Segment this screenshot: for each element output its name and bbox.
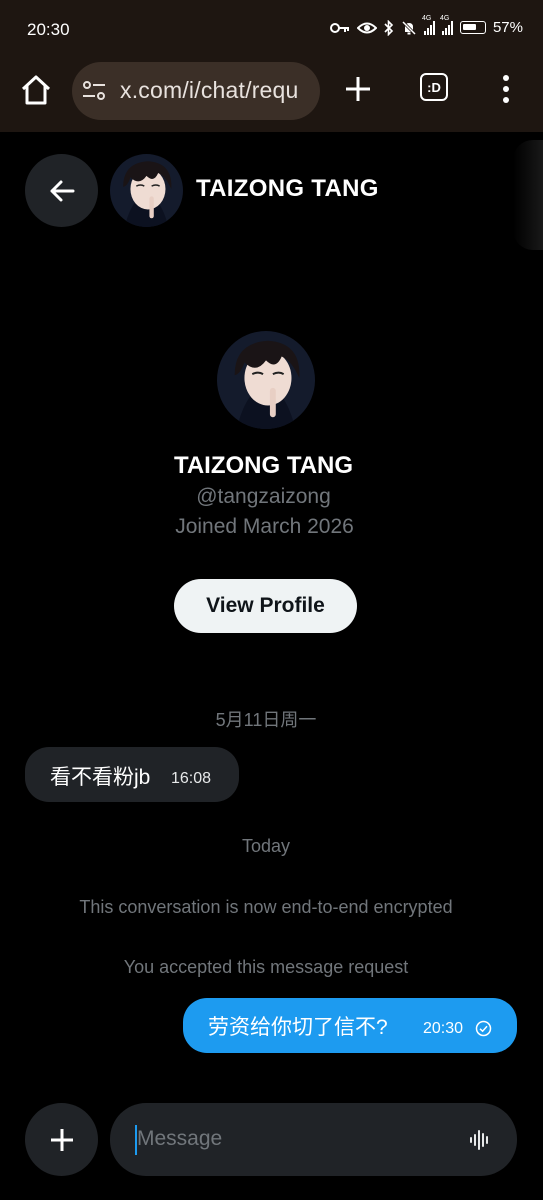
message-text: 看不看粉jb bbox=[50, 766, 151, 789]
eye-icon bbox=[356, 21, 377, 35]
key-icon bbox=[329, 22, 350, 34]
attach-button[interactable] bbox=[25, 1103, 98, 1176]
date-separator: Today bbox=[241, 836, 291, 856]
back-button[interactable] bbox=[25, 154, 98, 227]
message-placeholder: Message bbox=[137, 1127, 223, 1150]
network-label: 4G bbox=[421, 14, 432, 22]
battery-icon bbox=[459, 21, 486, 34]
edge-shadow bbox=[513, 140, 543, 250]
view-profile-button[interactable]: View Profile bbox=[174, 579, 357, 633]
status-icons: 4G 4G 57% bbox=[329, 15, 523, 36]
profile-joined-date: Joined March 2026 bbox=[175, 515, 354, 538]
signal-icon: 4G bbox=[422, 15, 435, 35]
signal-icon: 4G bbox=[440, 15, 453, 35]
profile-avatar[interactable] bbox=[217, 331, 315, 429]
plus-icon bbox=[346, 77, 370, 101]
profile-handle: @tangzaizong bbox=[196, 485, 331, 508]
status-bar: 20:30 4G 4G 57% bbox=[0, 0, 543, 60]
battery-level: 57% bbox=[492, 19, 523, 36]
home-button[interactable] bbox=[18, 72, 54, 108]
message-text: 劳资给你切了信不? bbox=[208, 1016, 388, 1039]
mute-icon bbox=[401, 20, 417, 36]
system-message: You accepted this message request bbox=[123, 957, 409, 977]
new-tab-button[interactable] bbox=[341, 72, 375, 106]
url-text: x.com/i/chat/requ bbox=[120, 77, 299, 103]
avatar[interactable] bbox=[110, 154, 183, 227]
plus-icon bbox=[50, 1128, 73, 1151]
message-time: 20:30 bbox=[423, 1020, 464, 1037]
site-settings-icon[interactable] bbox=[82, 80, 106, 102]
network-label: 4G bbox=[439, 14, 450, 22]
tab-switcher-button[interactable]: :D bbox=[420, 73, 448, 101]
system-message: This conversation is now end-to-end encr… bbox=[79, 897, 453, 917]
bluetooth-icon bbox=[384, 19, 394, 36]
date-separator: 5月11日周一 bbox=[215, 710, 317, 730]
browser-menu-button[interactable] bbox=[496, 72, 516, 106]
status-time: 20:30 bbox=[27, 20, 70, 39]
voice-message-icon[interactable] bbox=[469, 1129, 491, 1151]
home-icon bbox=[21, 75, 51, 105]
back-arrow-icon bbox=[50, 180, 74, 201]
chat-title[interactable]: TAIZONG TANG bbox=[196, 175, 379, 203]
profile-name: TAIZONG TANG bbox=[173, 452, 354, 479]
message-input[interactable]: Message bbox=[110, 1103, 517, 1176]
address-bar[interactable]: x.com/i/chat/requ bbox=[72, 62, 320, 120]
message-time: 16:08 bbox=[171, 770, 212, 787]
incoming-message[interactable]: 看不看粉jb 16:08 bbox=[25, 747, 239, 802]
more-vertical-icon bbox=[503, 75, 509, 103]
browser-toolbar: x.com/i/chat/requ :D bbox=[0, 60, 543, 132]
sent-check-icon bbox=[475, 1020, 492, 1037]
outgoing-message[interactable]: 劳资给你切了信不? 20:30 bbox=[183, 998, 517, 1053]
